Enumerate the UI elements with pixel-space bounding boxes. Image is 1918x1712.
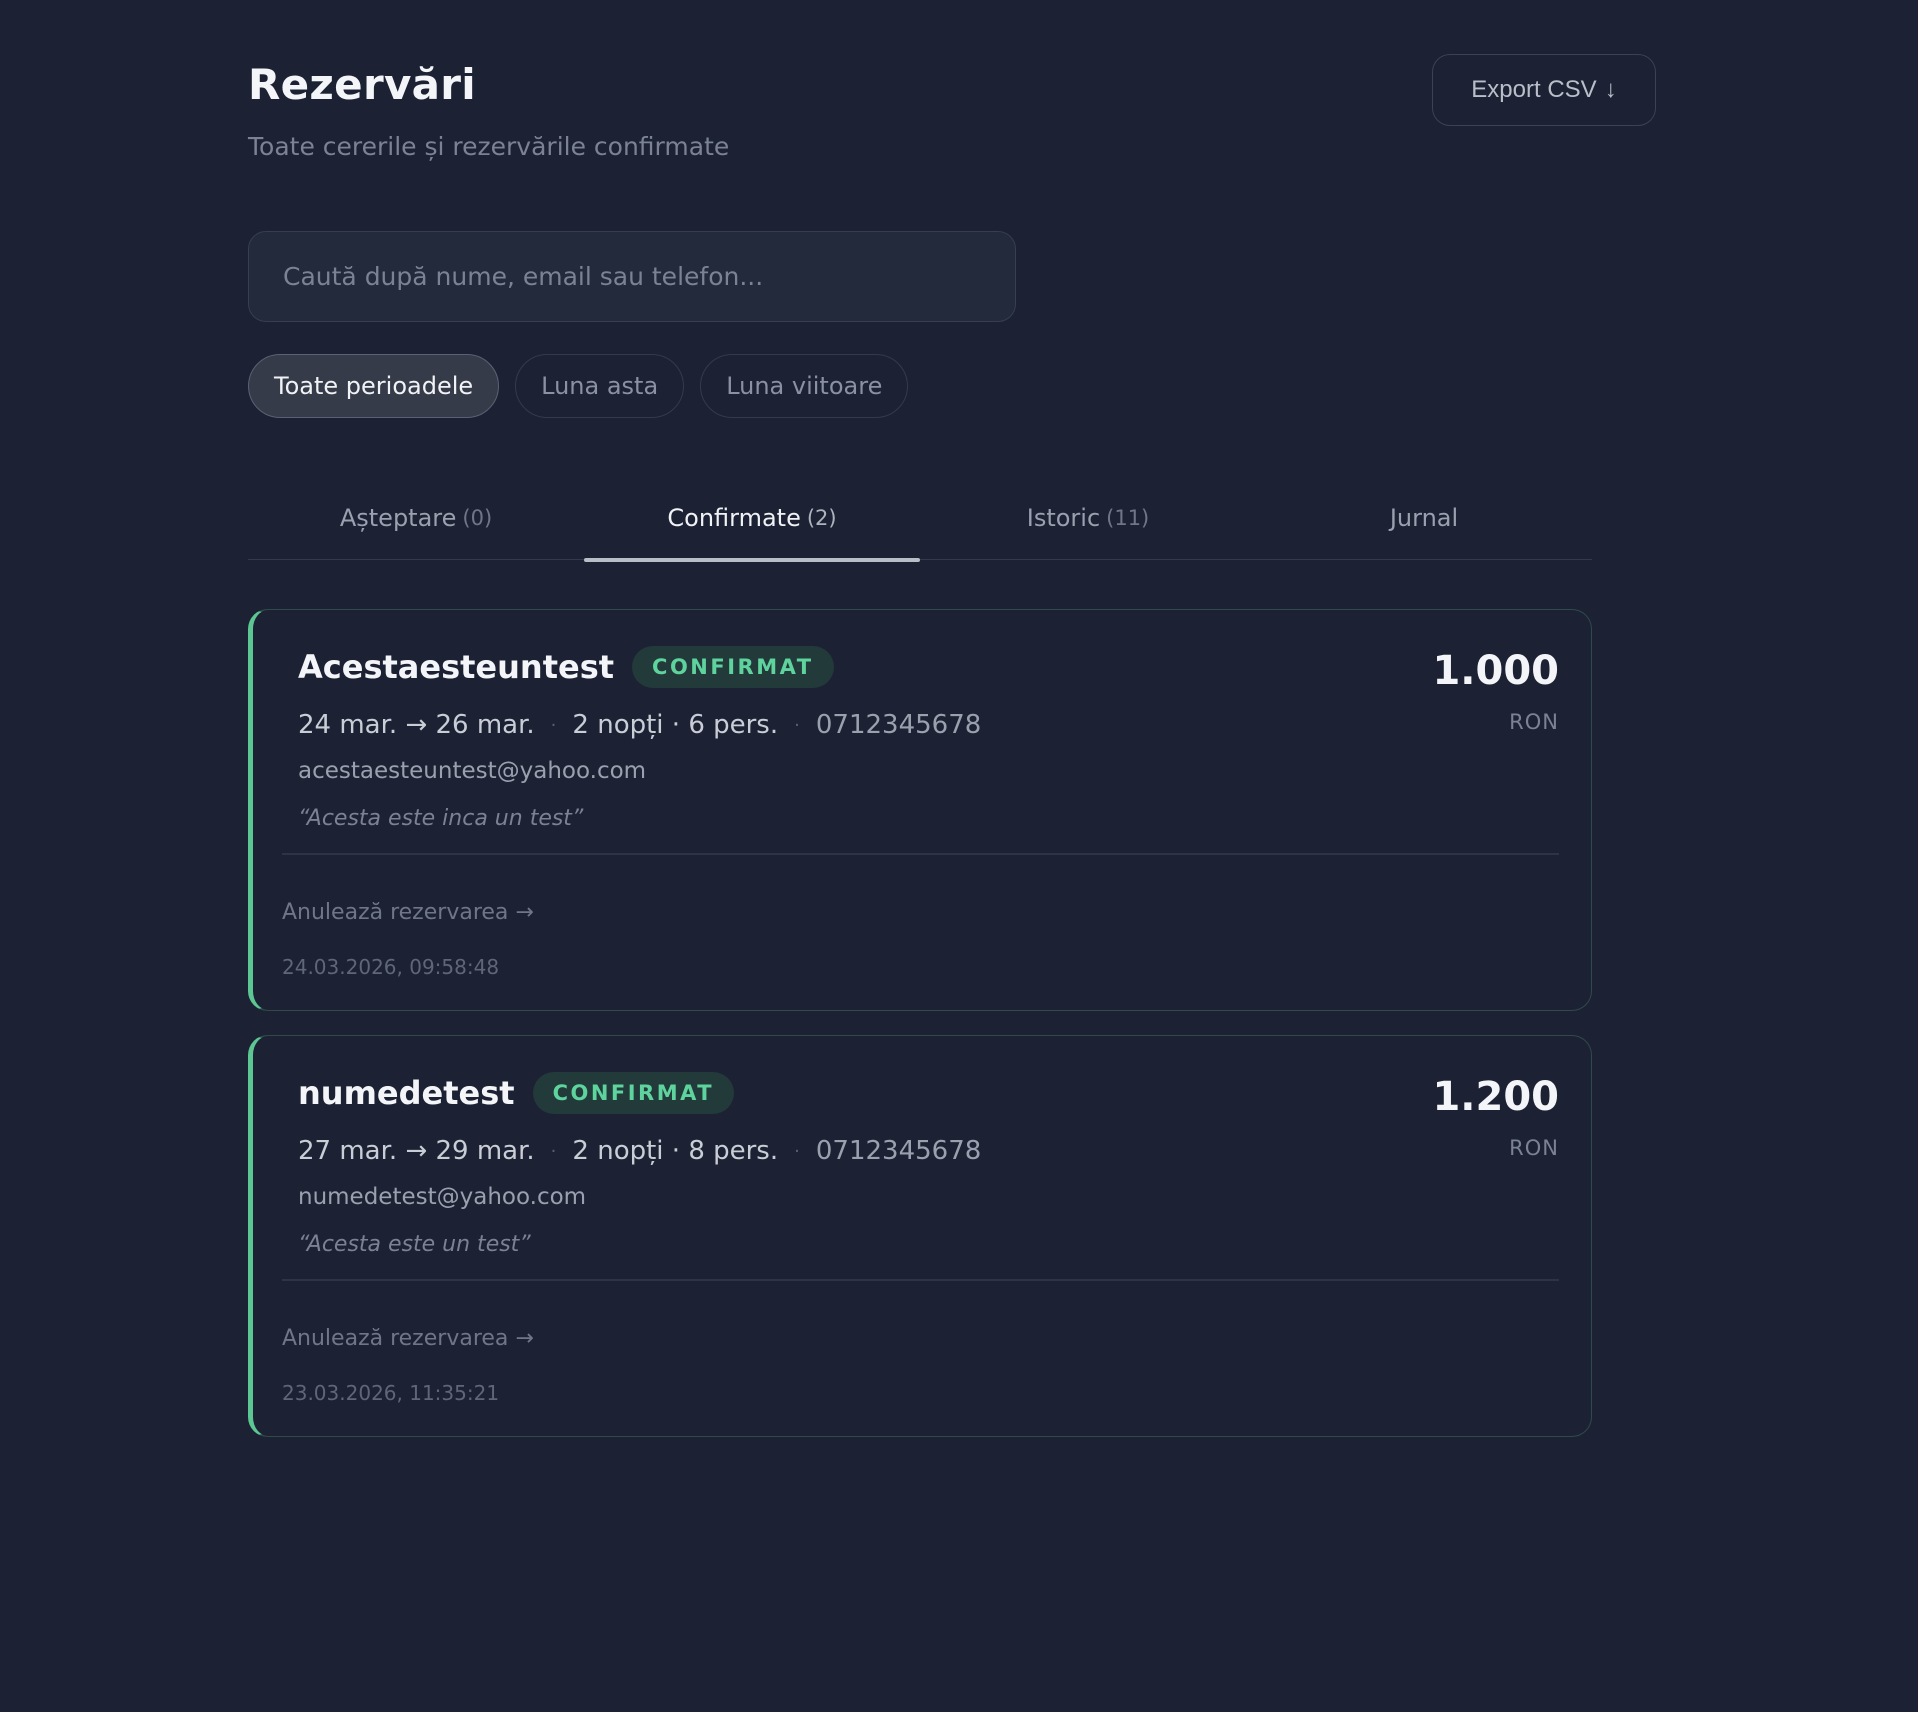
- booking-currency: RON: [1509, 1136, 1559, 1160]
- guest-phone: 0712345678: [815, 710, 982, 740]
- separator-dot: ·: [550, 714, 557, 736]
- page-title: Rezervări: [248, 60, 476, 109]
- tab-count: (0): [462, 505, 493, 530]
- booking-timestamp: 23.03.2026, 11:35:21: [282, 1381, 500, 1405]
- cancel-booking-link[interactable]: Anulează rezervarea →: [282, 1326, 534, 1351]
- booking-timestamp: 24.03.2026, 09:58:48: [282, 955, 500, 979]
- filter-all-periods[interactable]: Toate perioadele: [248, 354, 500, 418]
- filter-this-month[interactable]: Luna asta: [515, 354, 685, 418]
- booking-card: Acestaesteuntest CONFIRMAT 24 mar. → 26 …: [248, 609, 1592, 1011]
- booking-nights-people: 2 nopți · 6 pers.: [572, 710, 779, 740]
- guest-note: “Acesta este un test”: [298, 1232, 531, 1257]
- booking-details: 24 mar. → 26 mar. · 2 nopți · 6 pers. · …: [298, 710, 981, 740]
- page-container: Rezervări Toate cererile și rezervările …: [248, 0, 1656, 1437]
- status-badge: CONFIRMAT: [632, 646, 834, 688]
- tab-label: Așteptare: [339, 503, 457, 532]
- tab-count: (2): [806, 505, 837, 530]
- tab-label: Istoric: [1026, 503, 1101, 532]
- search-field[interactable]: [248, 231, 1016, 322]
- booking-currency: RON: [1509, 710, 1559, 734]
- tab-log[interactable]: Jurnal: [1256, 476, 1592, 559]
- separator-dot: ·: [794, 1140, 800, 1162]
- tab-label: Confirmate: [667, 503, 801, 532]
- cancel-booking-link[interactable]: Anulează rezervarea →: [282, 900, 534, 925]
- guest-phone: 0712345678: [815, 1136, 982, 1166]
- export-csv-label: Export CSV: [1471, 76, 1597, 103]
- separator-dot: ·: [794, 714, 800, 736]
- guest-email: acestaesteuntest@yahoo.com: [298, 758, 647, 784]
- tab-label: Jurnal: [1389, 503, 1459, 532]
- filter-next-month[interactable]: Luna viitoare: [700, 354, 909, 418]
- tab-history[interactable]: Istoric (11): [920, 476, 1256, 559]
- booking-price: 1.200: [1432, 1074, 1559, 1120]
- booking-price: 1.000: [1432, 648, 1559, 694]
- card-divider: [282, 853, 1559, 855]
- guest-name: Acestaesteuntest: [298, 648, 615, 686]
- booking-details: 27 mar. → 29 mar. · 2 nopți · 8 pers. · …: [298, 1136, 981, 1166]
- search-input[interactable]: [283, 262, 1015, 291]
- export-csv-button[interactable]: Export CSV ↓: [1432, 54, 1656, 126]
- booking-header: Acestaesteuntest CONFIRMAT: [298, 646, 834, 688]
- booking-dates: 24 mar. → 26 mar.: [298, 710, 535, 740]
- guest-email: numedetest@yahoo.com: [298, 1184, 587, 1210]
- card-divider: [282, 1279, 1559, 1281]
- tab-count: (11): [1106, 505, 1150, 530]
- booking-header: numedetest CONFIRMAT: [298, 1072, 735, 1114]
- page-header: Rezervări Toate cererile și rezervările …: [248, 0, 1656, 230]
- page-subtitle: Toate cererile și rezervările confirmate: [248, 132, 730, 161]
- arrow-down-icon: ↓: [1604, 76, 1617, 103]
- tab-pending[interactable]: Așteptare (0): [248, 476, 584, 559]
- separator-dot: ·: [550, 1140, 557, 1162]
- booking-dates: 27 mar. → 29 mar.: [298, 1136, 535, 1166]
- status-badge: CONFIRMAT: [532, 1072, 735, 1114]
- tab-confirmed[interactable]: Confirmate (2): [584, 476, 920, 562]
- guest-name: numedetest: [298, 1074, 515, 1112]
- booking-nights-people: 2 nopți · 8 pers.: [572, 1136, 779, 1166]
- guest-note: “Acesta este inca un test”: [298, 806, 584, 831]
- booking-card: numedetest CONFIRMAT 27 mar. → 29 mar. ·…: [248, 1035, 1592, 1437]
- period-filters: Toate perioadele Luna asta Luna viitoare: [248, 354, 909, 418]
- status-tabs: Așteptare (0) Confirmate (2) Istoric (11…: [248, 476, 1592, 562]
